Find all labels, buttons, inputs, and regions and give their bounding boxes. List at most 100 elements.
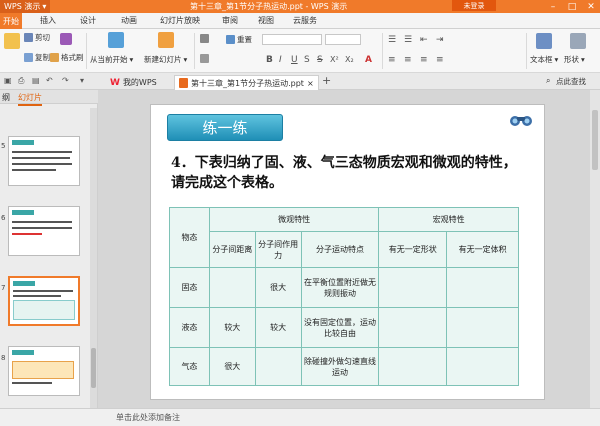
divider	[382, 33, 383, 69]
cell-force: 较大	[254, 307, 302, 348]
tab-current-document[interactable]: 第十三章_第1节分子热运动.ppt ×	[174, 75, 319, 90]
close-icon[interactable]: ✕	[582, 0, 600, 13]
app-menu-button[interactable]: WPS 演示 ▾	[0, 0, 51, 13]
thumb-title	[12, 140, 34, 145]
slideshow-icon[interactable]	[108, 32, 124, 48]
shape-label: 形状	[564, 55, 579, 64]
undo-icon[interactable]: ↶	[46, 76, 53, 85]
tab-outline[interactable]: 纲	[2, 92, 10, 103]
preview-icon[interactable]: ▤	[32, 76, 40, 85]
find-label[interactable]: 点此查找	[556, 76, 586, 87]
thumb-line	[12, 233, 42, 235]
slide-thumbnail-6[interactable]	[8, 206, 80, 256]
slide-thumbnail-5[interactable]	[8, 136, 80, 186]
align-right-icon[interactable]: ≡	[420, 55, 428, 65]
header-motion: 分子运动特点	[300, 231, 380, 268]
add-tab-icon[interactable]: +	[322, 74, 331, 87]
tab-view[interactable]: 视图	[258, 15, 274, 26]
thumb-line	[13, 295, 61, 297]
tab-cloud[interactable]: 云服务	[293, 15, 317, 26]
slide-thumbnail-8[interactable]	[8, 346, 80, 396]
print-icon[interactable]: ⎙	[18, 76, 24, 86]
menu-bar: 开始 插入 设计 动画 幻灯片放映 审阅 视图 云服务	[0, 13, 600, 29]
cut-button[interactable]: 剪切	[24, 32, 50, 43]
cell-motion: 在平衡位置附近做无规则振动	[300, 267, 380, 308]
copy-button[interactable]: 复制	[24, 52, 50, 63]
underline-icon[interactable]: U	[291, 55, 298, 65]
new-slide-button[interactable]: 新建幻灯片 ▾	[144, 54, 187, 65]
tab-slideshow[interactable]: 幻灯片放映	[160, 15, 200, 26]
shape-button[interactable]: 形状 ▾	[564, 54, 585, 65]
cell-volume[interactable]	[446, 307, 519, 348]
tab-slides[interactable]: 幻灯片	[18, 92, 42, 106]
align-left-icon[interactable]: ≡	[388, 55, 396, 65]
search-icon[interactable]: ⌕	[546, 76, 550, 86]
font-size-select[interactable]	[325, 34, 361, 45]
notes-placeholder[interactable]: 单击此处添加备注	[116, 412, 180, 423]
font-name-select[interactable]	[262, 34, 322, 45]
tab-design[interactable]: 设计	[80, 15, 96, 26]
maximize-icon[interactable]: □	[563, 0, 581, 13]
document-tab-bar: ▣ ⎙ ▤ ↶ ↷ ▾ W 我的WPS 第十三章_第1节分子热运动.ppt × …	[0, 73, 600, 90]
new-slide-label: 新建幻灯片	[144, 55, 182, 64]
slide-thumbnail-7[interactable]	[8, 276, 80, 326]
italic-icon[interactable]: I	[279, 55, 282, 65]
slide-canvas: 练一练 4．下表归纳了固、液、气三态物质宏观和微观的特性，请完成这个表格。 物态…	[98, 90, 600, 408]
bold-icon[interactable]: B	[266, 55, 273, 65]
decrease-indent-icon[interactable]: ⇤	[420, 35, 428, 45]
cell-volume[interactable]	[446, 347, 519, 386]
slide-number: 6	[1, 214, 6, 222]
redo-icon[interactable]: ↷	[62, 76, 69, 85]
scrollbar-thumb[interactable]	[592, 110, 598, 170]
chevron-down-icon[interactable]: ▾	[80, 76, 84, 85]
minimize-icon[interactable]: –	[544, 0, 562, 13]
from-current-label: 从当前开始	[90, 55, 128, 64]
chevron-down-icon: ▾	[581, 55, 585, 64]
canvas-scrollbar[interactable]	[590, 90, 600, 408]
shape-icon[interactable]	[570, 33, 586, 49]
align-center-icon[interactable]: ≡	[404, 55, 412, 65]
reset-button[interactable]: 重置	[226, 34, 252, 45]
section-button[interactable]	[200, 54, 209, 63]
font-color-icon[interactable]: A	[365, 55, 372, 65]
scrollbar-thumb[interactable]	[91, 348, 96, 388]
increase-indent-icon[interactable]: ⇥	[436, 35, 444, 45]
tab-review[interactable]: 审阅	[222, 15, 238, 26]
thumb-line	[12, 227, 72, 229]
tab-home[interactable]: 开始	[0, 13, 22, 29]
thumb-title	[12, 210, 34, 215]
cell-volume[interactable]	[446, 267, 519, 308]
textbox-icon[interactable]	[536, 33, 552, 49]
tab-insert[interactable]: 插入	[40, 15, 56, 26]
textbox-button[interactable]: 文本框 ▾	[530, 54, 558, 65]
cell-shape[interactable]	[378, 267, 448, 308]
numbered-list-icon[interactable]: ☰	[404, 35, 412, 45]
login-button[interactable]: 未登录	[452, 0, 496, 11]
cell-force: 很大	[254, 267, 302, 308]
superscript-icon[interactable]: X²	[330, 55, 339, 64]
save-icon[interactable]: ▣	[4, 76, 12, 85]
cell-shape[interactable]	[378, 307, 448, 348]
table-row: 气态 很大 除碰撞外做匀速直线运动	[169, 347, 519, 386]
shadow-icon[interactable]: S	[304, 55, 310, 65]
cell-shape[interactable]	[378, 347, 448, 386]
subscript-icon[interactable]: X₂	[345, 55, 354, 64]
header-shape: 有无一定形状	[378, 231, 448, 268]
strikethrough-icon[interactable]: S	[317, 55, 323, 65]
paste-icon[interactable]	[4, 33, 20, 49]
from-current-button[interactable]: 从当前开始 ▾	[90, 54, 133, 65]
slide-number: 7	[1, 284, 6, 292]
panel-scrollbar[interactable]	[90, 108, 97, 408]
eraser-icon[interactable]	[60, 33, 72, 45]
tab-my-wps[interactable]: W 我的WPS	[106, 75, 161, 90]
close-icon[interactable]: ×	[307, 79, 314, 88]
tab-animation[interactable]: 动画	[121, 15, 137, 26]
ribbon: 剪切 复制 格式刷 从当前开始 ▾ 新建幻灯片 ▾ 重置 B I U S S X…	[0, 29, 600, 73]
header-state: 物态	[169, 207, 210, 268]
justify-icon[interactable]: ≡	[436, 55, 444, 65]
bullet-list-icon[interactable]: ☰	[388, 35, 396, 45]
slide[interactable]: 练一练 4．下表归纳了固、液、气三态物质宏观和微观的特性，请完成这个表格。 物态…	[150, 104, 545, 400]
new-slide-icon[interactable]	[158, 32, 174, 48]
layout-button[interactable]	[200, 34, 209, 43]
format-painter-button[interactable]: 格式刷	[50, 52, 84, 63]
